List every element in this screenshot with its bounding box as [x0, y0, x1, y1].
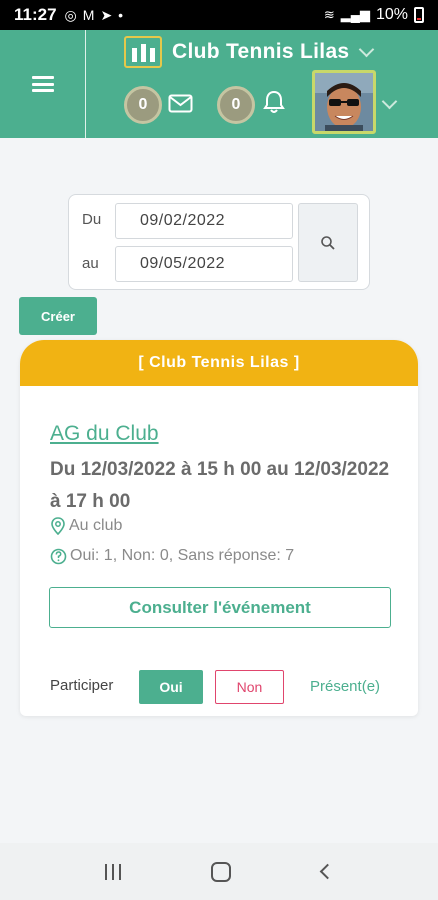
bell-icon[interactable] — [263, 90, 285, 119]
club-selector[interactable]: Club Tennis Lilas — [124, 34, 375, 70]
search-button[interactable] — [298, 203, 358, 282]
dot-icon: • — [118, 7, 124, 23]
event-responses: Oui: 1, Non: 0, Sans réponse: 7 — [50, 547, 294, 565]
telegram-icon: ➤ — [100, 6, 113, 23]
consult-event-button[interactable]: Consulter l'événement — [49, 587, 391, 628]
gmail-icon: M — [82, 7, 95, 23]
chevron-down-icon — [359, 41, 375, 57]
signal-icon: ▂▄▆ — [340, 7, 370, 22]
event-club-header: [ Club Tennis Lilas ] — [20, 340, 418, 386]
club-logo — [124, 36, 162, 68]
user-avatar[interactable] — [312, 70, 376, 134]
battery-icon — [414, 7, 424, 23]
status-bar: 11:27 ◎ M ➤ • ≋ ▂▄▆ 10% — [0, 0, 438, 30]
to-date-input[interactable]: 09/05/2022 — [115, 246, 293, 282]
status-notification-icons: ◎ M ➤ • — [65, 7, 124, 24]
participate-label: Participer — [50, 677, 114, 694]
participate-yes-button[interactable]: Oui — [139, 670, 203, 704]
event-date: Du 12/03/2022 à 15 h 00 au 12/03/2022 à … — [50, 459, 390, 512]
from-label: Du — [82, 211, 102, 228]
participate-no-button[interactable]: Non — [215, 670, 284, 704]
question-circle-icon — [50, 548, 67, 564]
event-location-text: Au club — [69, 517, 123, 534]
mail-icon[interactable] — [168, 94, 193, 118]
participation-status: Présent(e) — [310, 678, 381, 695]
app-header: Club Tennis Lilas 0 0 — [0, 30, 438, 138]
menu-button[interactable] — [0, 30, 86, 138]
event-responses-text: Oui: 1, Non: 0, Sans réponse: 7 — [70, 547, 295, 564]
status-time: 11:27 — [14, 5, 57, 24]
status-right: ≋ ▂▄▆ 10% — [324, 6, 424, 24]
wifi-icon: ≋ — [323, 7, 335, 22]
search-icon — [321, 235, 335, 250]
chevron-down-icon[interactable] — [381, 93, 398, 110]
event-location: Au club — [50, 517, 122, 535]
event-title-link[interactable]: AG du Club — [50, 422, 159, 446]
notifications-count-badge[interactable]: 0 — [217, 86, 255, 124]
event-card: [ Club Tennis Lilas ] AG du Club Du 12/0… — [20, 340, 418, 716]
system-nav-bar — [0, 843, 438, 900]
from-date-input[interactable]: 09/02/2022 — [115, 203, 293, 239]
date-filter: Du 09/02/2022 au 09/05/2022 — [68, 194, 370, 290]
whatsapp-icon: ◎ — [64, 6, 77, 23]
messages-count-badge[interactable]: 0 — [124, 86, 162, 124]
to-label: au — [82, 255, 99, 272]
recent-apps-icon[interactable] — [105, 863, 122, 880]
location-pin-icon — [51, 517, 65, 535]
back-icon[interactable] — [319, 863, 336, 880]
home-icon[interactable] — [211, 861, 232, 882]
hamburger-icon — [31, 76, 54, 92]
club-name: Club Tennis Lilas — [172, 40, 350, 63]
battery-percent: 10% — [375, 6, 408, 23]
create-button[interactable]: Créer — [19, 297, 97, 335]
